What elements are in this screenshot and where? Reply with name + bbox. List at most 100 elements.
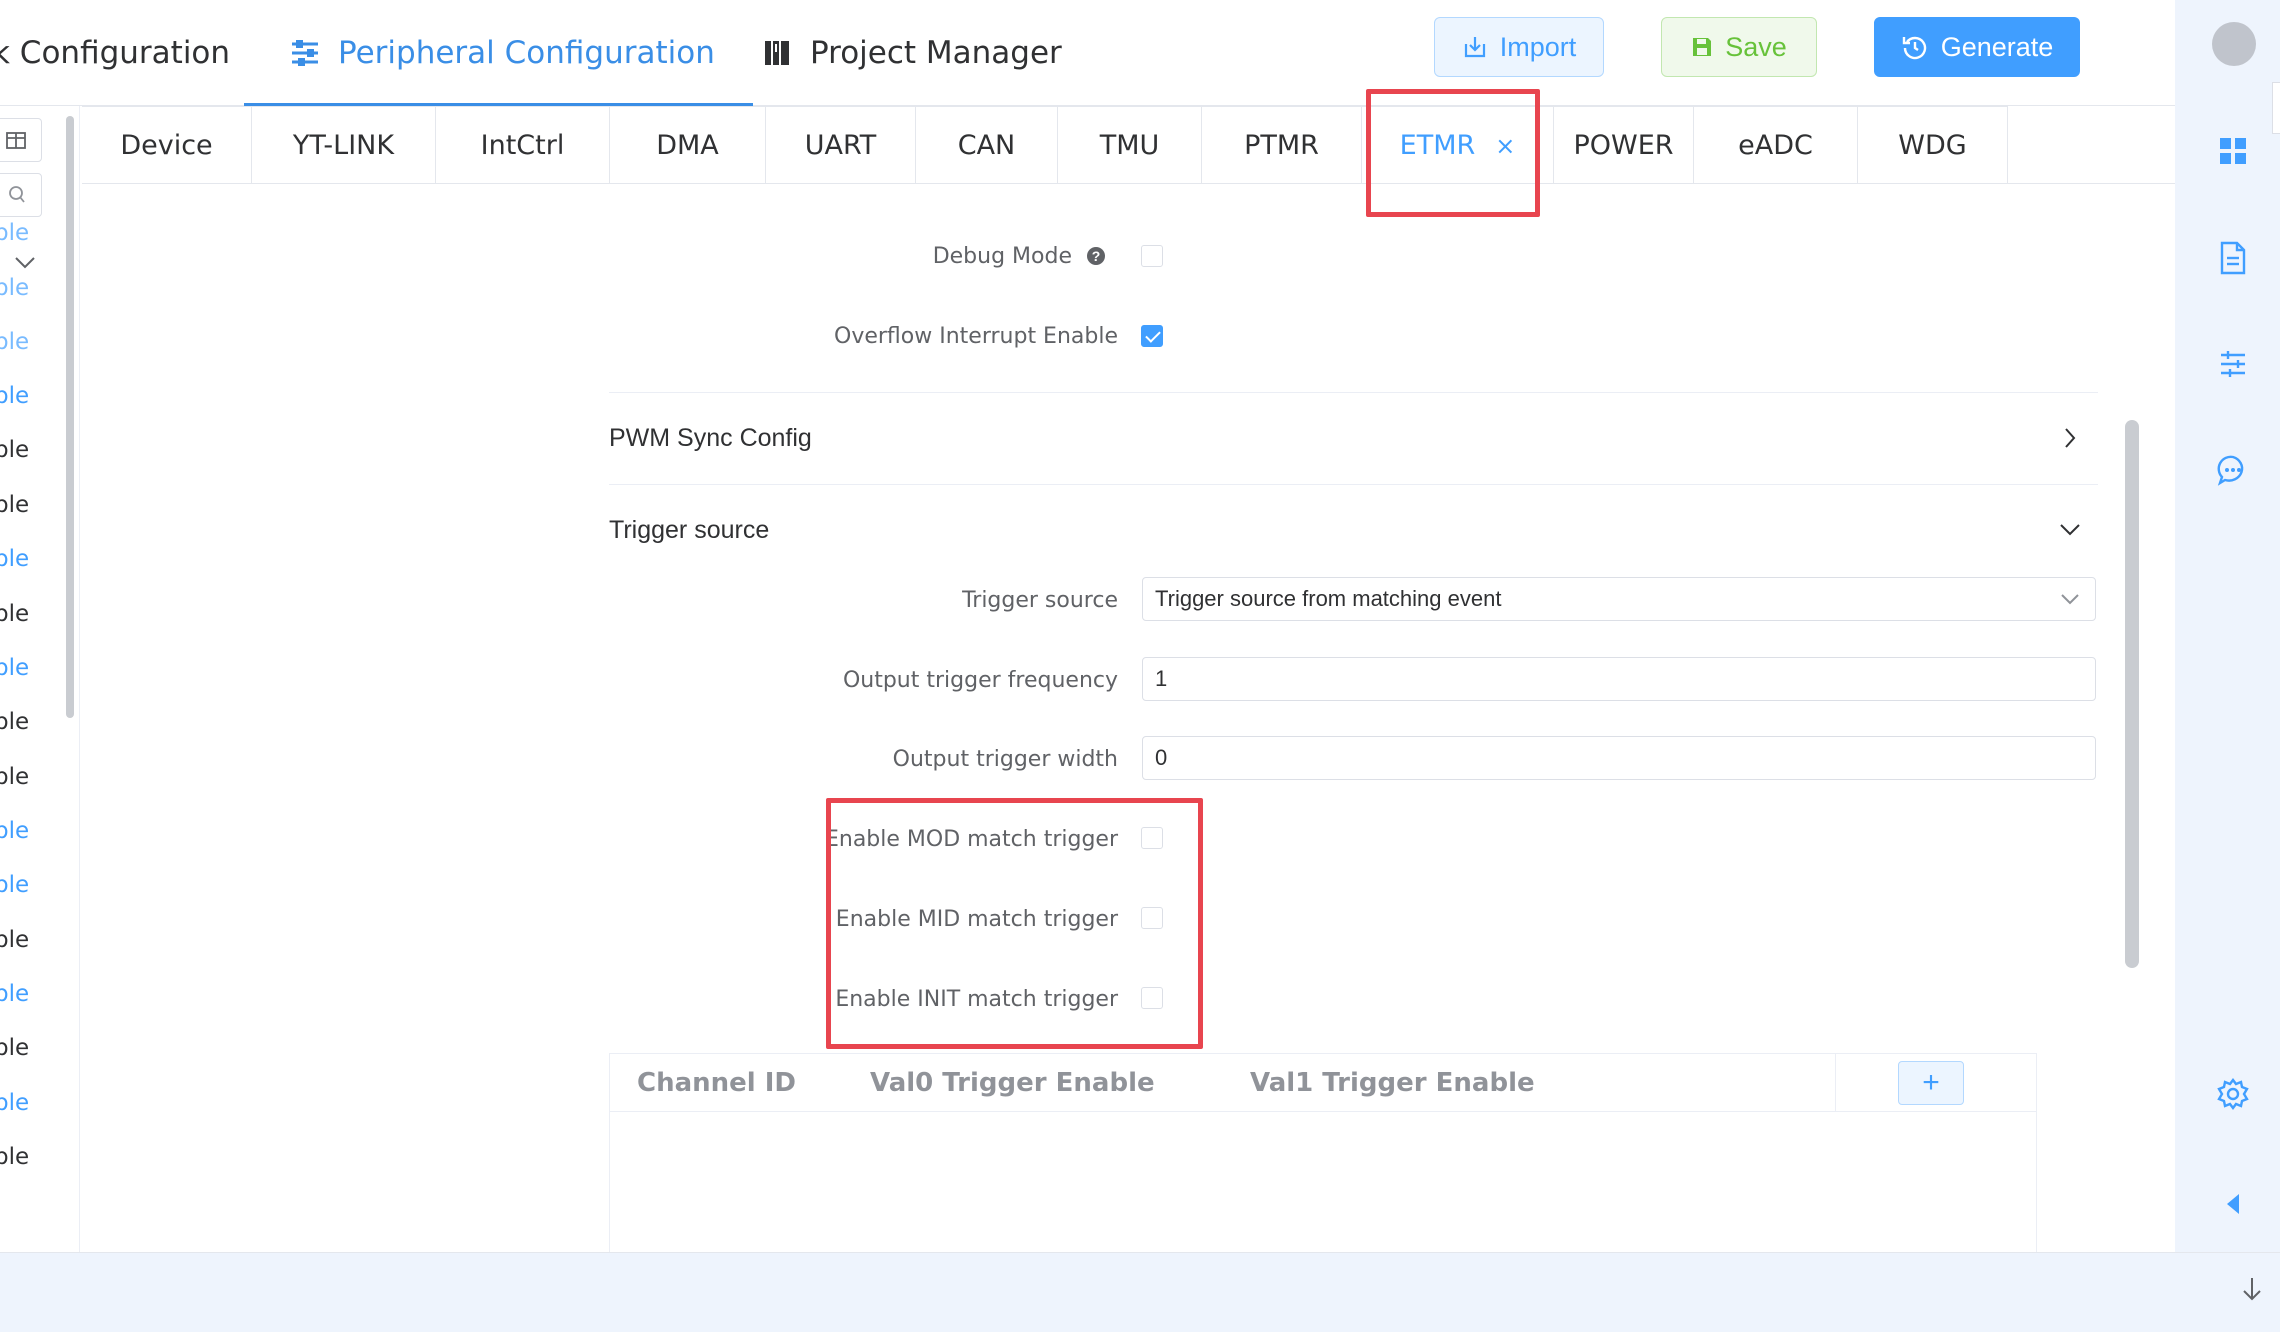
avatar[interactable] xyxy=(2212,22,2256,66)
overflow-interrupt-checkbox[interactable] xyxy=(1141,325,1163,347)
collapse-left-icon[interactable] xyxy=(2215,1186,2251,1222)
sidebar-item[interactable]: ble xyxy=(0,764,29,790)
import-button[interactable]: Import xyxy=(1434,17,1604,77)
channel-trigger-table: Channel ID Val0 Trigger Enable Val1 Trig… xyxy=(609,1053,2037,1253)
debug-mode-checkbox[interactable] xyxy=(1141,245,1163,267)
sidebar-item[interactable]: ble xyxy=(0,383,29,409)
left-sidebar: ble ble ble ble ble ble ble ble ble ble ble ble ble b… xyxy=(0,106,80,1252)
output-freq-label: Output trigger frequency xyxy=(842,668,1118,693)
grid-icon[interactable] xyxy=(2215,133,2251,169)
subtab-dma[interactable]: DMA xyxy=(610,106,766,184)
peripheral-icon xyxy=(288,36,322,70)
overflow-interrupt-label: Overflow Interrupt Enable xyxy=(834,324,1118,349)
trigger-section-title: Trigger source xyxy=(609,516,770,544)
document-icon[interactable] xyxy=(2215,240,2251,276)
sidebar-item[interactable]: ble xyxy=(0,546,29,572)
subtab-label: WDG xyxy=(1898,130,1967,161)
subtab-label: POWER xyxy=(1573,130,1674,161)
arrow-down-icon[interactable] xyxy=(2238,1275,2266,1303)
sidebar-item[interactable]: ble xyxy=(0,1144,29,1170)
subtab-device[interactable]: Device xyxy=(82,106,252,184)
subtab-label: CAN xyxy=(957,130,1016,161)
content-scrollbar[interactable] xyxy=(2125,420,2139,968)
sidebar-item[interactable]: ble xyxy=(0,872,29,898)
output-width-label: Output trigger width xyxy=(892,747,1118,772)
output-freq-input[interactable]: 1 xyxy=(1142,657,2096,701)
sidebar-item[interactable]: ble xyxy=(0,709,29,735)
debug-mode-label: Debug Mode xyxy=(932,244,1072,269)
save-button[interactable]: Save xyxy=(1661,17,1817,77)
sidebar-scrollbar[interactable] xyxy=(66,116,74,718)
subtab-label: PTMR xyxy=(1244,130,1319,161)
sidebar-search[interactable] xyxy=(0,173,42,217)
sidebar-item[interactable]: ble xyxy=(0,492,29,518)
generate-button[interactable]: Generate xyxy=(1874,17,2080,77)
subtab-can[interactable]: CAN xyxy=(916,106,1058,184)
generate-label: Generate xyxy=(1940,31,2054,62)
subtab-wdg[interactable]: WDG xyxy=(1858,106,2008,184)
sidebar-item[interactable]: ble xyxy=(0,220,29,246)
trigger-source-select[interactable]: Trigger source from matching event xyxy=(1142,577,2096,621)
subtab-eadc[interactable]: eADC xyxy=(1694,106,1858,184)
chevron-down-icon[interactable] xyxy=(14,256,36,275)
sidebar-item[interactable]: ble xyxy=(0,1035,29,1061)
tab-label: Project Manager xyxy=(810,35,1062,71)
generate-icon xyxy=(1902,36,1926,60)
top-bar: k Configuration Peripheral Configuration… xyxy=(0,0,2175,106)
sidebar-item[interactable]: ble xyxy=(0,601,29,627)
divider xyxy=(609,484,2098,485)
sidebar-item[interactable]: ble xyxy=(0,818,29,844)
sidebar-item[interactable]: ble xyxy=(0,981,29,1007)
output-width-input[interactable]: 0 xyxy=(1142,736,2096,780)
divider xyxy=(1835,1054,1836,1112)
peripheral-subtabs: Device YT-LINK IntCtrl DMA UART CAN TMU PTMR ETM… xyxy=(82,106,2175,184)
chevron-down-icon xyxy=(2061,594,2079,605)
column-header: Val1 Trigger Enable xyxy=(1250,1068,1535,1098)
subtab-tmu[interactable]: TMU xyxy=(1058,106,1202,184)
tab-label: Peripheral Configuration xyxy=(338,35,715,71)
settings-icon[interactable] xyxy=(2215,1076,2251,1112)
tab-peripheral-configuration[interactable]: Peripheral Configuration xyxy=(244,0,753,106)
sidebar-item[interactable]: ble xyxy=(0,329,29,355)
chevron-down-icon xyxy=(2058,518,2082,542)
subtab-uart[interactable]: UART xyxy=(766,106,916,184)
tab-project-manager[interactable]: Project Manager xyxy=(760,0,1062,106)
import-label: Import xyxy=(1499,31,1577,62)
sliders-icon[interactable] xyxy=(2215,346,2251,382)
subtab-ptmr[interactable]: PTMR xyxy=(1202,106,1362,184)
pwm-sync-title: PWM Sync Config xyxy=(609,424,812,452)
sidebar-item[interactable]: ble xyxy=(0,437,29,463)
sidebar-item[interactable]: ble xyxy=(0,1090,29,1116)
subtab-label: Device xyxy=(120,130,213,161)
edge-tab[interactable] xyxy=(2272,82,2280,134)
save-label: Save xyxy=(1725,31,1787,62)
output-freq-value: 1 xyxy=(1155,666,1168,691)
sidebar-item[interactable]: ble xyxy=(0,927,29,953)
column-header: Channel ID xyxy=(637,1068,797,1098)
table-header: Channel ID Val0 Trigger Enable Val1 Trig… xyxy=(610,1054,2036,1112)
tab-label: k Configuration xyxy=(0,35,231,71)
column-header: Val0 Trigger Enable xyxy=(870,1068,1155,1098)
chat-icon[interactable] xyxy=(2215,452,2251,488)
plus-icon: + xyxy=(1922,1066,1940,1099)
status-bar xyxy=(0,1252,2280,1332)
subtab-label: eADC xyxy=(1738,130,1813,161)
box-icon xyxy=(6,132,26,149)
help-icon[interactable]: ? xyxy=(1087,247,1105,265)
right-rail xyxy=(2175,0,2280,1252)
box-icon-button[interactable] xyxy=(0,118,42,162)
chevron-right-icon xyxy=(2058,426,2082,450)
tab-clock-configuration[interactable]: k Configuration xyxy=(0,0,230,106)
subtab-label: YT-LINK xyxy=(292,130,395,161)
sidebar-item[interactable]: ble xyxy=(0,275,29,301)
add-row-button[interactable]: + xyxy=(1898,1061,1964,1105)
highlight-match-triggers xyxy=(826,798,1203,1049)
subtab-label: TMU xyxy=(1099,130,1160,161)
subtab-power[interactable]: POWER xyxy=(1554,106,1694,184)
save-icon xyxy=(1693,38,1712,56)
trigger-source-value: Trigger source from matching event xyxy=(1155,586,1502,611)
subtab-intctrl[interactable]: IntCtrl xyxy=(436,106,610,184)
import-icon xyxy=(1464,37,1485,58)
subtab-yt-link[interactable]: YT-LINK xyxy=(252,106,436,184)
sidebar-item[interactable]: ble xyxy=(0,655,29,681)
